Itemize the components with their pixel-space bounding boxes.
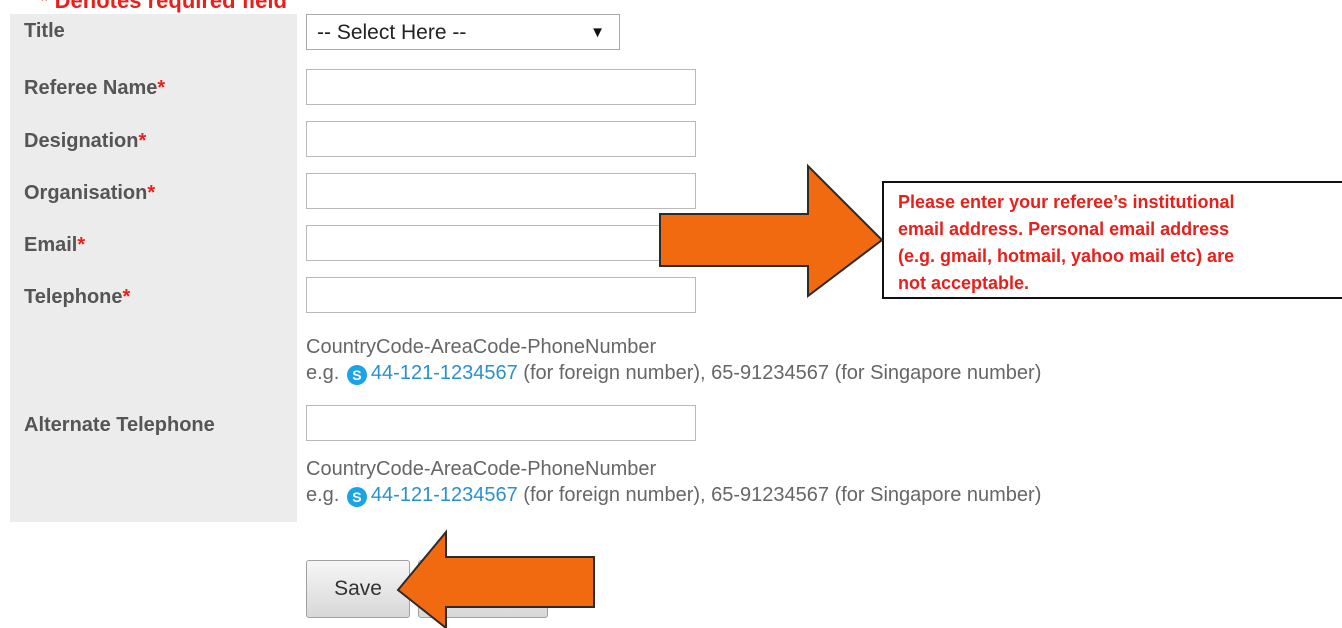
right-arrow-icon: [659, 163, 884, 299]
annotation-arrows: [396, 163, 884, 628]
left-arrow-icon: [396, 529, 595, 628]
